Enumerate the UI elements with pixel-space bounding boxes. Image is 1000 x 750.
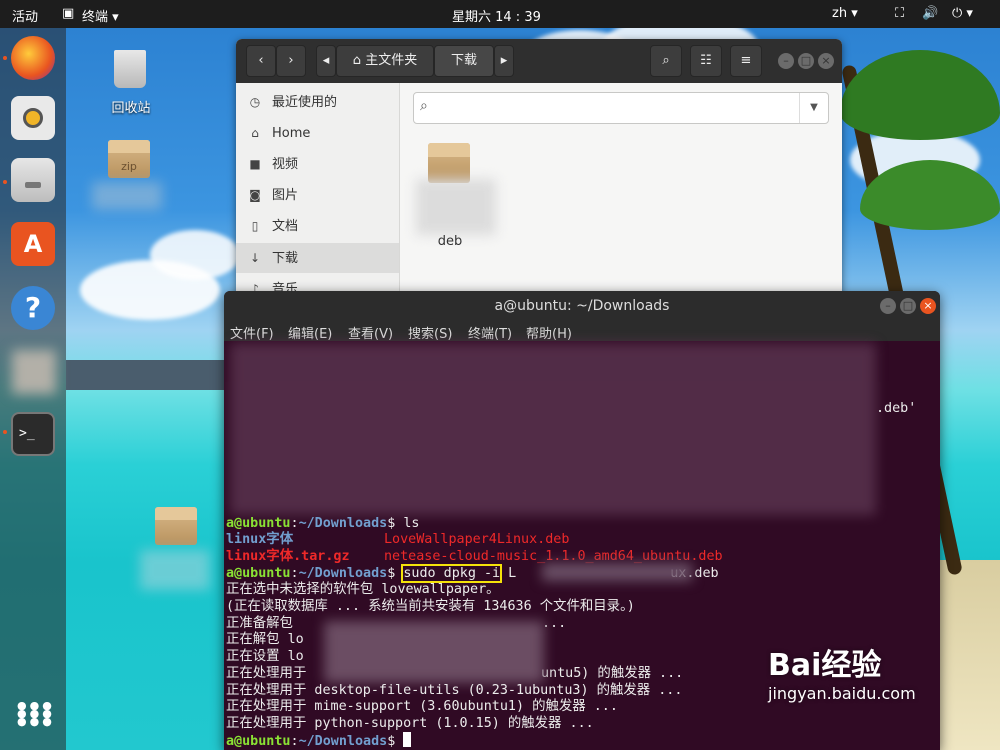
terminal-title: a@ubuntu: ~/Downloads — [224, 291, 940, 321]
sidebar-item-downloads[interactable]: ↓ 下载 — [236, 243, 399, 273]
search-icon: ⌕ — [420, 98, 428, 114]
terminal-minimize-button[interactable]: – — [880, 298, 896, 314]
partial-output: .deb' — [876, 401, 917, 416]
terminal-icon[interactable]: >_ — [11, 412, 55, 456]
home-icon: ⌂ — [352, 53, 362, 68]
menu-file[interactable]: 文件(F) — [230, 323, 274, 342]
back-button[interactable]: ‹ — [246, 45, 276, 77]
menu-help[interactable]: 帮助(H) — [526, 323, 572, 342]
sidebar-item-home[interactable]: ⌂ Home — [246, 118, 396, 148]
output-line: 正在处理用于 mime-support (3.60ubuntu1) 的触发器 .… — [226, 699, 618, 714]
blurred-filename — [416, 179, 496, 235]
terminal-close-button[interactable]: × — [920, 298, 936, 314]
forward-button[interactable]: › — [276, 45, 306, 77]
terminal-menubar: 文件(F) 编辑(E) 查看(V) 搜索(S) 终端(T) 帮助(H) — [224, 321, 940, 342]
software-center-icon[interactable]: A — [11, 222, 55, 266]
watermark-brand: Bai经验 — [768, 648, 882, 683]
zip-file-type: zip — [121, 160, 137, 173]
path-current-button[interactable]: 下载 — [434, 45, 494, 77]
deb-file-icon[interactable] — [428, 143, 470, 183]
blurred-output — [230, 343, 876, 515]
file-manager-window: ‹ › ◂ ⌂ 主文件夹 下载 ▸ ⌕ ☷ ≡ – □ × ◷ 最近使用的 ⌂ Ho… — [236, 39, 842, 301]
path-right-arrow[interactable]: ▸ — [494, 45, 514, 77]
terminal-maximize-button[interactable]: □ — [900, 298, 916, 314]
blurred-label — [140, 550, 210, 590]
video-icon: ■ — [249, 157, 261, 171]
top-bar: 活动 ▣ 终端 ▾ 星期六 14 : 39 zh ▾ ⛶ 🔊 ⏻ ▾ — [0, 0, 1000, 28]
menu-search[interactable]: 搜索(S) — [408, 323, 452, 342]
minimize-button[interactable]: – — [778, 53, 794, 69]
volume-icon[interactable]: 🔊 — [922, 6, 938, 21]
view-list-icon[interactable]: ☷ — [690, 45, 722, 77]
prompt-line-current[interactable]: a@ubuntu:~/Downloads$ — [226, 732, 412, 750]
output-line: 正准备解包... — [226, 616, 567, 631]
document-icon: ▯ — [251, 219, 259, 233]
clock[interactable]: 星期六 14 : 39 — [452, 6, 541, 25]
search-input[interactable]: ⌕ ▼ — [413, 92, 829, 124]
camera-icon: ◙ — [249, 188, 261, 202]
dock: A ? >_ ●●● ●●● ●●● — [0, 28, 66, 750]
output-line: 正在选中未选择的软件包 lovewallpaper。 — [226, 582, 500, 597]
menu-view[interactable]: 查看(V) — [348, 323, 393, 342]
watermark: Bai经验 jingyan.baidu.com — [768, 640, 916, 703]
path-home-button[interactable]: ⌂ 主文件夹 — [336, 45, 434, 77]
ls-row: linux字体.tar.gz netease-cloud-music_1.1.0_… — [226, 549, 723, 564]
output-line: (正在读取数据库 ... 系统当前共安装有 134636 个文件和目录。) — [226, 599, 635, 614]
blurred-text — [542, 563, 692, 581]
home-icon: ⌂ — [251, 126, 259, 140]
files-icon[interactable] — [11, 158, 55, 202]
sidebar: ◷ 最近使用的 ⌂ Home ■ 视频 ◙ 图片 ▯ 文档 ↓ 下载 ♪ 音乐 — [236, 83, 400, 301]
prompt-line-ls: a@ubuntu:~/Downloads$ ls — [226, 516, 420, 531]
search-button[interactable]: ⌕ — [650, 45, 682, 77]
output-line: 正在处理用于 python-support (1.0.15) 的触发器 ... — [226, 716, 594, 731]
network-icon[interactable]: ⛶ — [895, 6, 904, 21]
output-line: 正在解包 lo — [226, 632, 304, 647]
input-language[interactable]: zh ▾ — [832, 6, 858, 21]
sidebar-item-documents[interactable]: ▯ 文档 — [246, 211, 396, 241]
file-manager-headerbar: ‹ › ◂ ⌂ 主文件夹 下载 ▸ ⌕ ☷ ≡ – □ × — [236, 39, 842, 83]
ls-row: linux字体 LoveWallpaper4Linux.deb — [226, 532, 570, 547]
activities-button[interactable]: 活动 — [12, 6, 38, 25]
sidebar-item-recent[interactable]: ◷ 最近使用的 — [246, 87, 396, 117]
help-icon[interactable]: ? — [11, 286, 55, 330]
close-button[interactable]: × — [818, 53, 834, 69]
blurred-label — [92, 182, 162, 210]
menu-terminal[interactable]: 终端(T) — [468, 323, 512, 342]
text-cursor — [403, 732, 412, 747]
search-dropdown-icon[interactable]: ▼ — [799, 93, 828, 123]
download-icon: ↓ — [249, 251, 261, 265]
sidebar-item-pictures[interactable]: ◙ 图片 — [246, 180, 396, 210]
path-left-arrow[interactable]: ◂ — [316, 45, 336, 77]
output-line: 正在处理用于 desktop-file-utils (0.23-1ubuntu3… — [226, 683, 683, 698]
trash-icon[interactable] — [108, 44, 152, 92]
firefox-icon[interactable] — [11, 36, 55, 80]
highlighted-command: sudo dpkg -i — [401, 564, 503, 583]
output-line: 正在处理用于 untu5) 的触发器 ... — [226, 666, 684, 681]
app-menu-button[interactable]: 终端 ▾ — [82, 6, 119, 25]
show-applications-icon[interactable]: ●●● ●●● ●●● — [17, 700, 55, 727]
watermark-url: jingyan.baidu.com — [768, 684, 916, 703]
clock-icon: ◷ — [249, 95, 261, 109]
menu-icon[interactable]: ≡ — [730, 45, 762, 77]
power-icon[interactable]: ⏻ ▾ — [952, 6, 973, 21]
trash-label: 回收站 — [111, 101, 151, 116]
output-line: 正在设置 lo — [226, 649, 304, 664]
menu-edit[interactable]: 编辑(E) — [288, 323, 332, 342]
blurred-app-icon[interactable] — [12, 350, 56, 394]
blurred-text — [324, 621, 544, 683]
maximize-button[interactable]: □ — [798, 53, 814, 69]
rhythmbox-icon[interactable] — [11, 96, 55, 140]
file-label[interactable]: deb — [412, 234, 488, 249]
terminal-app-icon[interactable]: ▣ — [62, 6, 74, 21]
desktop-archive-icon[interactable] — [155, 507, 197, 545]
sidebar-item-videos[interactable]: ■ 视频 — [246, 149, 396, 179]
